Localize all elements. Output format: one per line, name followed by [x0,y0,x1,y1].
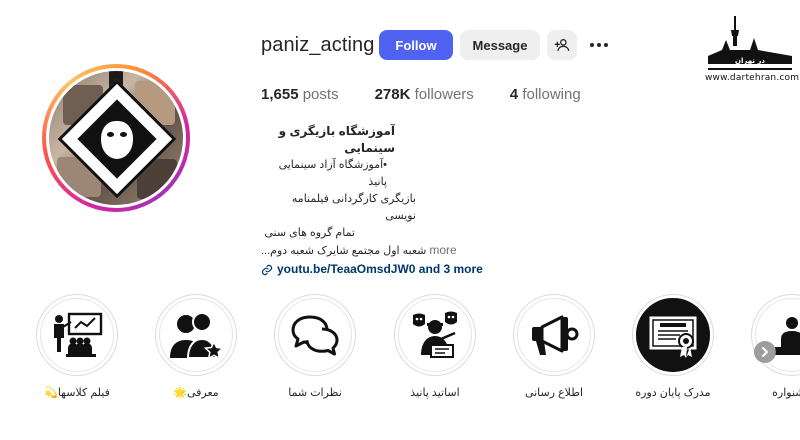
highlight-cover [40,298,114,372]
following-stat[interactable]: 4 following [510,86,581,103]
bio-name: آموزشگاه بازیگری و سینمایی [278,124,395,155]
dot [604,43,608,47]
followers-stat[interactable]: 278K followers [375,86,474,103]
highlight-cover [159,298,233,372]
highlight-ring [513,294,595,376]
logo-text: در تهران [735,57,765,65]
highlights-next-button[interactable] [754,341,776,363]
highlight-item[interactable]: معرفی🌟 [155,294,237,399]
posts-label: posts [302,86,339,103]
highlight-ring [394,294,476,376]
message-button[interactable]: Message [460,30,540,60]
follow-button[interactable]: Follow [379,30,453,60]
highlight-item[interactable]: اساتید پانیذ [394,294,476,399]
more-options-button[interactable] [587,37,611,53]
highlight-item[interactable]: فیلم کلاسها💫 [36,294,118,399]
following-count: 4 [509,86,519,103]
followers-count: 278K [374,86,411,103]
watermark-url: www.dartehran.com [705,73,800,83]
teacher-masks-icon [413,311,457,358]
classroom-presentation-icon [54,312,103,357]
profile-avatar[interactable] [42,64,190,212]
avatar-image [49,71,183,205]
story-highlights: فیلم کلاسها💫 معرفی🌟 نظرات شما اساتید پان… [0,294,800,414]
link-icon [261,264,273,275]
highlight-ring [751,294,800,376]
bio-line: شعبه اول مجتمع شایرک شعبه دوم... [261,245,427,257]
certificate-icon [649,316,697,358]
mask-eye [107,132,114,137]
bio-link-text: youtu.be/TeaaOmsdJW0 and 3 more [277,262,483,276]
highlight-label: اطلاع رسانی [524,387,584,399]
highlight-label: فیلم کلاسها💫 [44,387,110,399]
bio-truncated-line: شعبه اول مجتمع شایرک شعبه دوم... more [261,242,501,260]
add-user-button[interactable] [547,30,577,60]
highlight-item[interactable]: اطلاع رسانی [513,294,595,399]
mask-eye [120,132,127,137]
highlight-label: جشنواره [772,387,800,399]
highlight-item[interactable]: جشنواره [751,294,800,399]
bio-dots: .. [298,231,308,242]
avatar-inner-ring [46,68,186,208]
highlight-ring [632,294,714,376]
chat-bubbles-icon [291,315,339,356]
profile-bio: آموزشگاه بازیگری و سینمایی •آموزشگاه آزا… [261,123,501,278]
following-label: following [522,86,581,103]
highlight-cover [278,298,352,372]
people-star-icon [170,312,225,360]
person-add-icon [554,39,570,51]
bio-line: تمام گروه های سنی [264,227,355,239]
highlight-ring [274,294,356,376]
highlight-label: معرفی🌟 [173,387,219,399]
highlight-label: مدرک پایان دوره [635,387,711,399]
highlight-item[interactable]: نظرات شما [274,294,356,399]
profile-username: paniz_acting [261,34,375,56]
followers-label: followers [414,86,474,103]
highlight-ring [155,294,237,376]
bio-line: •آموزشگاه آزاد سینمایی پانیذ [278,159,387,188]
posts-stat: 1,655 posts [261,86,339,103]
dot [597,43,601,47]
highlight-ring [36,294,118,376]
more-horizontal-icon [590,43,594,47]
bio-line: بازیگری کارگردانی فیلمنامه نویسی [291,193,416,222]
bio-external-link[interactable]: youtu.be/TeaaOmsdJW0 and 3 more [261,261,501,278]
megaphone-icon [532,315,579,355]
theatre-mask-icon [101,121,133,159]
highlight-item[interactable]: مدرک پایان دوره [632,294,714,399]
posts-count: 1,655 [261,86,299,103]
bio-more-link[interactable]: more [429,242,456,259]
highlight-cover [517,298,591,372]
profile-stats: 1,655 posts 278K followers 4 following [261,86,617,103]
highlight-label: اساتید پانیذ [410,387,460,399]
highlight-cover [636,298,710,372]
highlight-cover [398,298,472,372]
chevron-right-icon [762,347,768,357]
highlight-label: نظرات شما [288,387,342,399]
